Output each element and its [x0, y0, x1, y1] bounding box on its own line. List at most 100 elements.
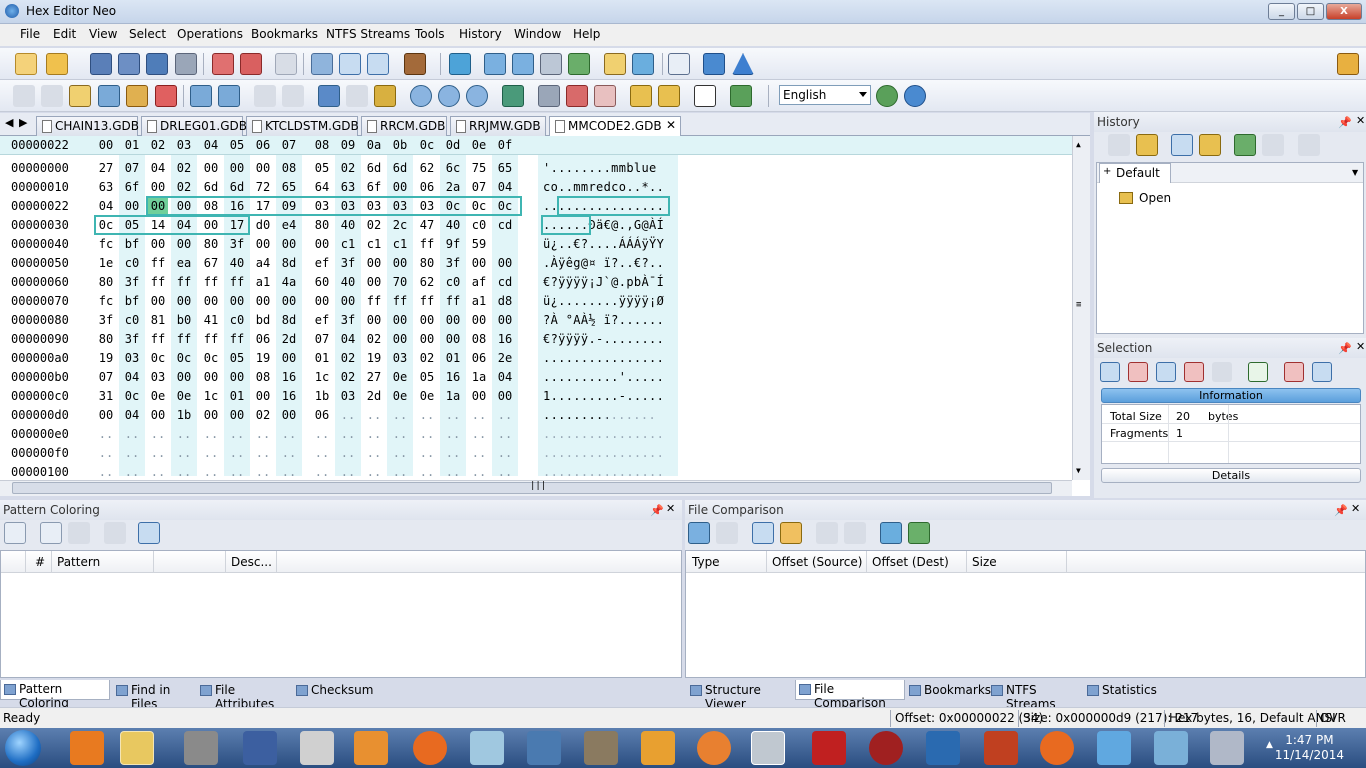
hex-byte[interactable]: 19: [253, 351, 273, 365]
hex-byte[interactable]: 3f: [443, 256, 463, 270]
edit-icon[interactable]: [69, 85, 91, 107]
hex-byte[interactable]: 00: [201, 161, 221, 175]
hex-byte[interactable]: ..: [201, 465, 221, 479]
select-all-icon[interactable]: [1100, 362, 1120, 382]
hex-byte[interactable]: 1a: [469, 370, 489, 384]
hex-byte[interactable]: ..: [338, 446, 358, 460]
hex-byte[interactable]: 16: [443, 370, 463, 384]
history-add-icon[interactable]: [1234, 134, 1256, 156]
hex-byte[interactable]: ..: [174, 446, 194, 460]
hex-byte[interactable]: 60: [312, 275, 332, 289]
hex-byte[interactable]: 00: [364, 256, 384, 270]
hex-column-header[interactable]: 0e: [469, 138, 489, 152]
hex-byte[interactable]: ef: [312, 313, 332, 327]
hex-byte[interactable]: ff: [174, 332, 194, 346]
hex-byte[interactable]: 00: [312, 237, 332, 251]
undo-icon[interactable]: [13, 85, 35, 107]
hex-column-header[interactable]: 06: [253, 138, 273, 152]
hex-byte[interactable]: 0e: [148, 389, 168, 403]
hex-byte[interactable]: 00: [279, 408, 299, 422]
pin-icon[interactable]: 📌: [1338, 116, 1352, 129]
hex-byte[interactable]: 04: [338, 332, 358, 346]
ascii-text[interactable]: ..........'.....: [543, 370, 664, 384]
hex-byte[interactable]: c0: [469, 218, 489, 232]
hex-byte[interactable]: 8d: [279, 313, 299, 327]
hex-byte[interactable]: ..: [338, 408, 358, 422]
hex-byte[interactable]: 03: [148, 370, 168, 384]
split-selection-icon[interactable]: [1184, 362, 1204, 382]
ascii-text[interactable]: .Àÿêg@¤ ï?..€?..: [543, 256, 664, 270]
hex-byte[interactable]: 02: [174, 180, 194, 194]
hex-byte[interactable]: ..: [227, 465, 247, 479]
hex-byte[interactable]: ..: [390, 408, 410, 422]
hex-byte[interactable]: ..: [174, 465, 194, 479]
hex-byte[interactable]: 07: [96, 370, 116, 384]
hex-byte[interactable]: 8d: [279, 256, 299, 270]
col-type[interactable]: Type: [692, 555, 720, 569]
tab-file-comparison[interactable]: File Comparison: [795, 680, 905, 710]
hex-byte[interactable]: 00: [495, 256, 515, 270]
hex-byte[interactable]: 1e: [96, 256, 116, 270]
hex-byte[interactable]: 1c: [312, 370, 332, 384]
hex-byte[interactable]: ..: [469, 408, 489, 422]
hex-byte[interactable]: 62: [417, 275, 437, 289]
compare-network-icon[interactable]: [880, 522, 902, 544]
hex-byte[interactable]: 00: [312, 294, 332, 308]
hex-byte[interactable]: 6d: [227, 180, 247, 194]
history-back-icon[interactable]: [1108, 134, 1130, 156]
hex-byte[interactable]: 00: [443, 313, 463, 327]
hex-byte[interactable]: ..: [122, 465, 142, 479]
hex-byte[interactable]: 00: [122, 199, 142, 213]
hex-byte[interactable]: 00: [495, 389, 515, 403]
hex-byte[interactable]: 41: [201, 313, 221, 327]
hex-byte[interactable]: 3f: [338, 313, 358, 327]
hex-byte[interactable]: d8: [495, 294, 515, 308]
hex-byte[interactable]: 3f: [122, 275, 142, 289]
hex-byte[interactable]: 04: [96, 199, 116, 213]
hex-byte[interactable]: 02: [364, 332, 384, 346]
hex-byte[interactable]: a1: [253, 275, 273, 289]
hex-byte[interactable]: e4: [279, 218, 299, 232]
hex-byte[interactable]: 63: [96, 180, 116, 194]
next-difference-icon[interactable]: [844, 522, 866, 544]
vertical-scrollbar[interactable]: ▲ ▼ ≡: [1072, 136, 1090, 480]
hex-byte[interactable]: 04: [495, 370, 515, 384]
insert-icon[interactable]: [190, 85, 212, 107]
hex-byte[interactable]: 07: [312, 332, 332, 346]
tab-scroll-left-icon[interactable]: ◀: [5, 116, 13, 129]
hex-byte[interactable]: 1c: [201, 389, 221, 403]
hex-byte[interactable]: 06: [469, 351, 489, 365]
menu-select[interactable]: Select: [129, 27, 166, 41]
hex-byte[interactable]: 0e: [174, 389, 194, 403]
gimp-icon[interactable]: [584, 731, 618, 765]
go-back-icon[interactable]: [346, 85, 368, 107]
save-as-icon[interactable]: [118, 53, 140, 75]
hex-byte[interactable]: c0: [227, 313, 247, 327]
hex-byte[interactable]: 00: [201, 370, 221, 384]
hex-byte[interactable]: 62: [417, 161, 437, 175]
search-next-icon[interactable]: [438, 85, 460, 107]
hex-byte[interactable]: ..: [148, 446, 168, 460]
col-pattern[interactable]: Pattern: [57, 555, 100, 569]
molecules-icon[interactable]: [1097, 731, 1131, 765]
hex-byte[interactable]: 0e: [390, 370, 410, 384]
hex-byte[interactable]: c1: [338, 237, 358, 251]
hex-byte[interactable]: ..: [469, 446, 489, 460]
hex-byte[interactable]: 00: [148, 408, 168, 422]
hex-byte[interactable]: 00: [148, 180, 168, 194]
hex-byte[interactable]: 02: [338, 370, 358, 384]
firefox-2-icon[interactable]: [1040, 731, 1074, 765]
close-panel-icon[interactable]: ✕: [666, 502, 675, 515]
structure-icon[interactable]: [566, 85, 588, 107]
hex-byte[interactable]: 0c: [148, 351, 168, 365]
hex-byte[interactable]: 70: [390, 275, 410, 289]
horizontal-scrollbar[interactable]: |||: [0, 480, 1072, 496]
hex-column-header[interactable]: 05: [227, 138, 247, 152]
bookmark-icon[interactable]: [502, 85, 524, 107]
tray-arrow-icon[interactable]: ▲: [1266, 740, 1273, 750]
hex-byte[interactable]: 00: [279, 351, 299, 365]
hex-byte[interactable]: 3f: [96, 313, 116, 327]
hex-column-header[interactable]: 07: [279, 138, 299, 152]
hex-byte[interactable]: 65: [495, 161, 515, 175]
hex-byte[interactable]: 6d: [364, 161, 384, 175]
